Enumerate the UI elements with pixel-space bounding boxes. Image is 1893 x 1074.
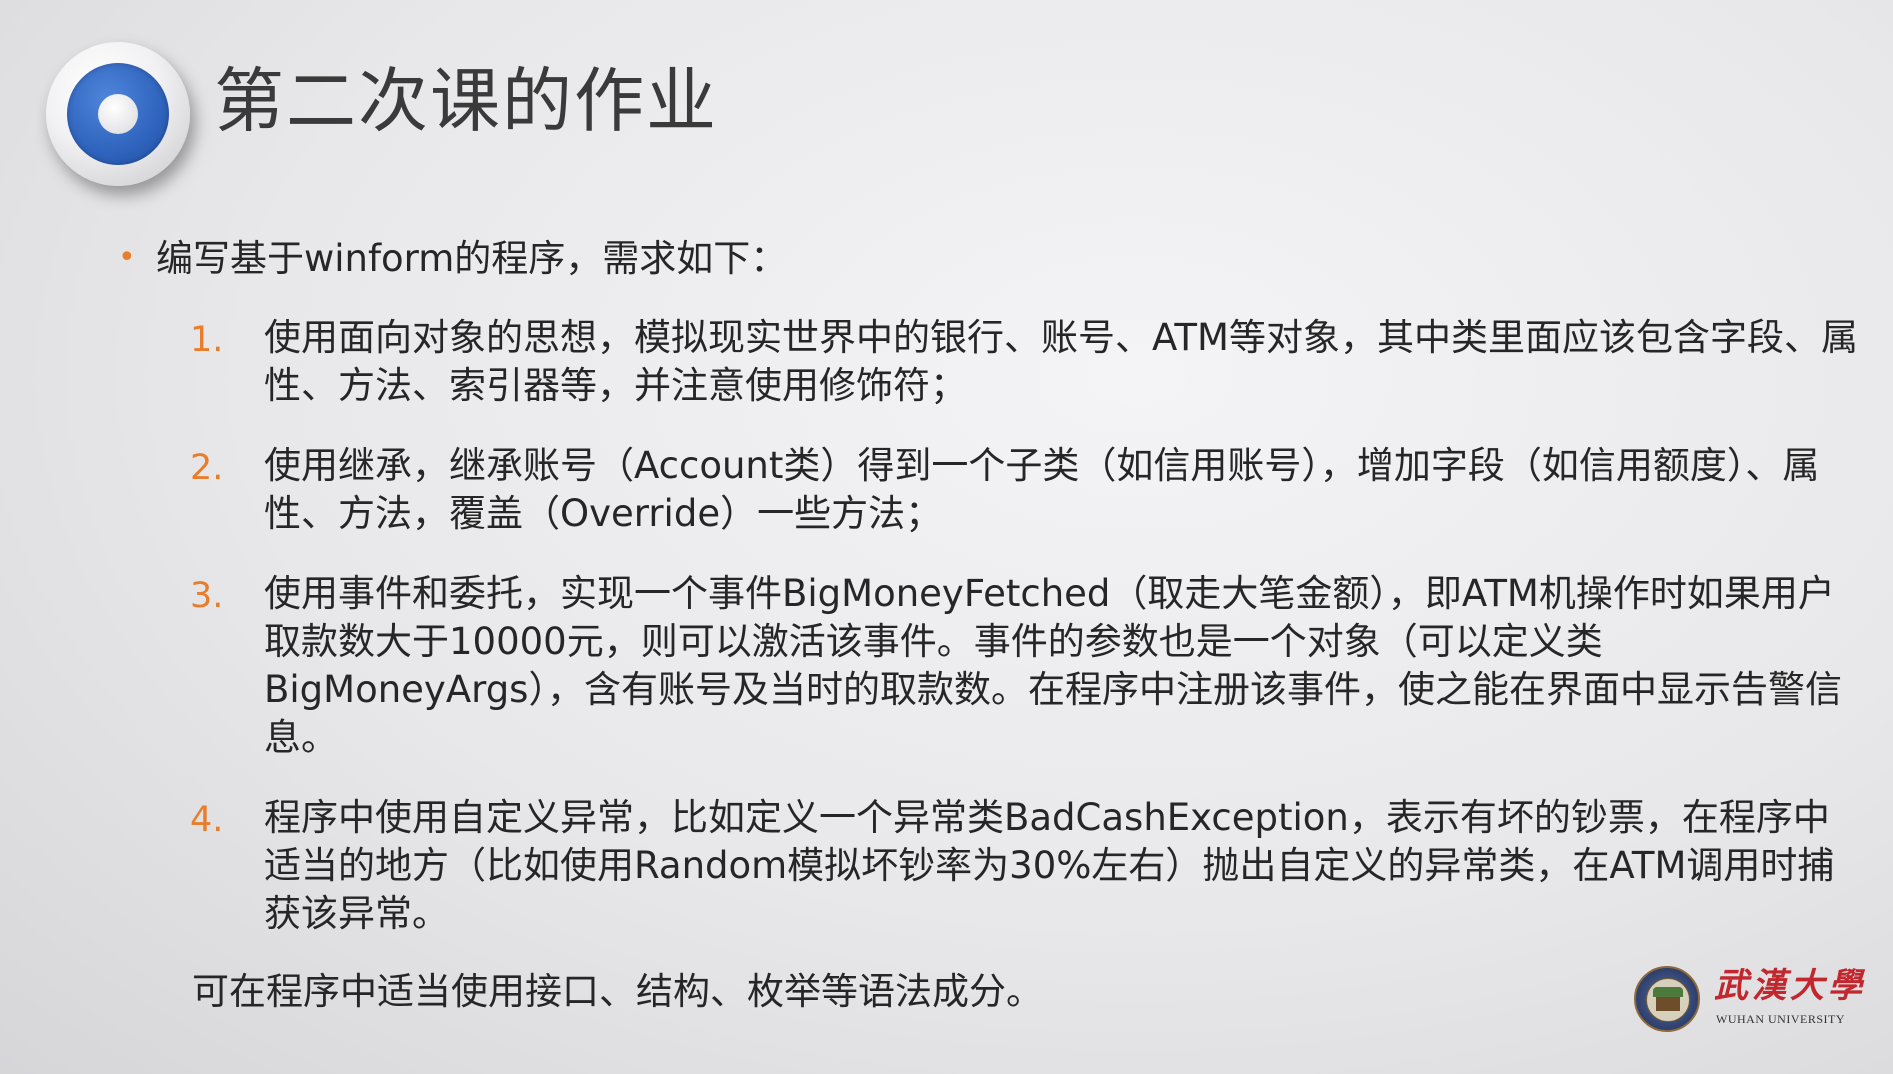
university-logo: 武漢大學 WUHAN UNIVERSITY (1630, 962, 1870, 1036)
list-item-text: 使用面向对象的思想，模拟现实世界中的银行、账号、ATM等对象，其中类里面应该包含… (264, 316, 1858, 407)
list-item-text: 使用继承，继承账号（Account类）得到一个子类（如信用账号），增加字段（如信… (264, 444, 1820, 535)
list-item: 1. 使用面向对象的思想，模拟现实世界中的银行、账号、ATM等对象，其中类里面应… (190, 314, 1860, 410)
logo-chinese-name: 武漢大學 (1714, 966, 1866, 1006)
slide-title: 第二次课的作业 (214, 60, 718, 142)
list-item: 2. 使用继承，继承账号（Account类）得到一个子类（如信用账号），增加字段… (190, 442, 1860, 538)
list-item-text: 使用事件和委托，实现一个事件BigMoneyFetched（取走大笔金额），即A… (264, 572, 1842, 759)
title-emblem-icon (46, 42, 190, 186)
intro-bullet-line: • 编写基于winform的程序，需求如下： (118, 236, 787, 281)
logo-english-name: WUHAN UNIVERSITY (1716, 1012, 1845, 1026)
seal-building-roof (1653, 987, 1683, 997)
university-seal-icon (1634, 966, 1700, 1032)
list-item-number: 4. (190, 800, 224, 840)
seal-inner (1646, 978, 1690, 1022)
bullet-icon: • (118, 240, 136, 275)
seal-building-base (1656, 997, 1680, 1011)
intro-text: 编写基于winform的程序，需求如下： (156, 237, 788, 280)
list-item-text: 程序中使用自定义异常，比如定义一个异常类BadCashException，表示有… (264, 796, 1835, 935)
list-item-number: 3. (190, 576, 224, 616)
list-item-number: 2. (190, 448, 224, 488)
list-item: 4. 程序中使用自定义异常，比如定义一个异常类BadCashException，… (190, 794, 1860, 938)
list-item-number: 1. (190, 320, 224, 360)
footnote-text: 可在程序中适当使用接口、结构、枚举等语法成分。 (192, 970, 1043, 1013)
emblem-center-dot (98, 94, 138, 134)
list-item: 3. 使用事件和委托，实现一个事件BigMoneyFetched（取走大笔金额）… (190, 570, 1860, 762)
